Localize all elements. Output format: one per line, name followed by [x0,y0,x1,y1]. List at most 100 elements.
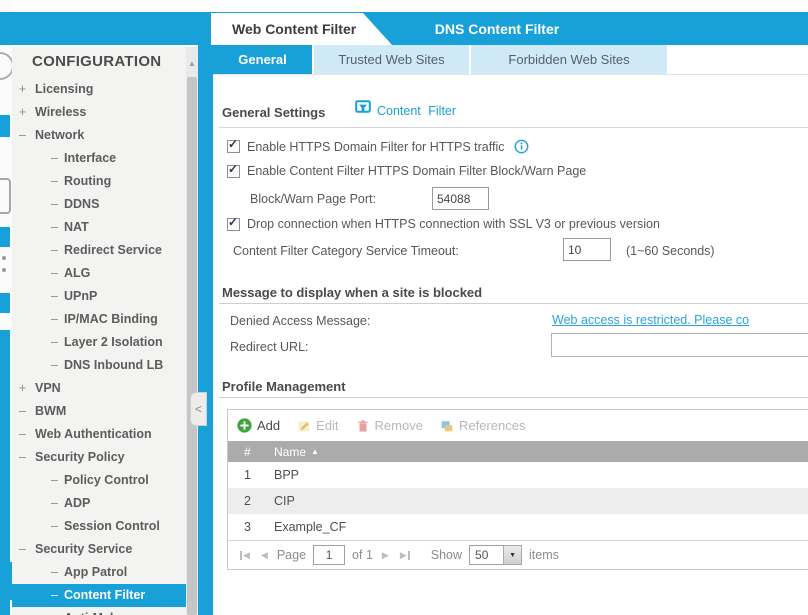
block-warn-page-checkbox[interactable]: ✓ [227,165,240,178]
tree-expand-icon[interactable]: – [48,584,61,607]
tab-trusted-web-sites[interactable]: Trusted Web Sites [314,45,469,74]
tree-expand-icon[interactable]: – [48,170,61,193]
table-row[interactable]: 1 BPP [228,462,808,488]
row-number-cell: 3 [228,520,274,534]
sidebar-item-label: DDNS [64,193,99,216]
references-button-label: References [459,418,525,433]
sidebar-item[interactable]: – Web Authentication [12,423,198,446]
sidebar-item[interactable]: – Routing [12,170,198,193]
sidebar-item[interactable]: – DNS Inbound LB [12,354,198,377]
references-button[interactable]: References [440,418,525,433]
page-number-input[interactable] [313,545,345,565]
content-filter-link[interactable]: Content Filter [355,100,456,121]
scroll-up-icon[interactable]: ▲ [186,59,198,69]
timeout-label: Content Filter Category Service Timeout: [233,244,459,258]
info-icon[interactable] [514,139,529,154]
edit-button[interactable]: Edit [297,418,338,433]
edit-icon [297,419,311,433]
denied-access-message-link[interactable]: Web access is restricted. Please co [552,313,749,327]
tree-expand-icon[interactable]: – [48,492,61,515]
sidebar-item[interactable]: – Layer 2 Isolation [12,331,198,354]
sidebar-item[interactable]: – Policy Control [12,469,198,492]
scrollbar-thumb[interactable] [187,77,197,615]
sidebar-item[interactable]: – ALG [12,262,198,285]
last-page-button[interactable]: ▶ [398,550,412,561]
sidebar-item-label: Session Control [64,515,160,538]
tree-expand-icon[interactable]: – [48,285,61,308]
sidebar-item[interactable]: + VPN [12,377,198,400]
tree-expand-icon[interactable]: – [48,216,61,239]
tab-forbidden-web-sites[interactable]: Forbidden Web Sites [471,45,667,74]
timeout-input[interactable] [563,238,611,261]
tree-expand-icon[interactable]: + [16,377,29,400]
redirect-url-input[interactable] [551,333,808,357]
sidebar-item[interactable]: – ADP [12,492,198,515]
tree-expand-icon[interactable]: – [48,262,61,285]
table-row[interactable]: 2 CIP [228,488,808,514]
tree-expand-icon[interactable]: – [48,354,61,377]
sidebar-item[interactable]: – Anti-Malware [12,607,198,615]
sidebar-item[interactable]: – Network [12,124,198,147]
sidebar-item[interactable]: – Content Filter [12,584,198,607]
sidebar-item[interactable]: – Redirect Service [12,239,198,262]
tree-expand-icon[interactable]: – [48,331,61,354]
tree-expand-icon[interactable]: – [48,469,61,492]
sidebar-item-label: VPN [35,377,61,400]
sidebar-item[interactable]: + Licensing [12,78,198,101]
remove-button[interactable]: Remove [356,418,423,433]
tree-expand-icon[interactable]: – [48,515,61,538]
tree-expand-icon[interactable]: – [16,400,29,423]
tab-dns-content-filter[interactable]: DNS Content Filter [402,13,592,45]
sidebar-item[interactable]: – Security Service [12,538,198,561]
next-page-button[interactable]: ▶ [380,550,391,561]
dock-dot [2,256,6,260]
section-rule [219,303,808,304]
first-page-button[interactable]: ◀ [238,550,252,561]
sidebar-scrollbar[interactable]: ▲ [186,47,198,615]
tree-expand-icon[interactable]: – [48,147,61,170]
tree-expand-icon[interactable]: + [16,101,29,124]
tab-web-content-filter[interactable]: Web Content Filter [211,13,392,45]
row-number-cell: 1 [228,468,274,482]
sidebar-item[interactable]: + Wireless [12,101,198,124]
sidebar-item[interactable]: – IP/MAC Binding [12,308,198,331]
sidebar-item[interactable]: – DDNS [12,193,198,216]
sidebar-collapse-button[interactable]: < [190,392,207,426]
tree-expand-icon[interactable]: – [48,308,61,331]
tree-expand-icon[interactable]: – [16,124,29,147]
tab-general[interactable]: General [213,45,312,74]
prev-arrow-icon: ◀ [261,550,268,561]
tree-expand-icon[interactable]: – [48,239,61,262]
configuration-sidebar: CONFIGURATION + Licensing + Wireless – N… [12,47,198,615]
tree-expand-icon[interactable]: – [16,446,29,469]
sidebar-item-label: Web Authentication [35,423,152,446]
prev-page-button[interactable]: ◀ [259,550,270,561]
table-row[interactable]: 3 Example_CF [228,514,808,540]
tree-expand-icon[interactable]: – [48,561,61,584]
column-header-number[interactable]: # [228,445,274,459]
app-window: Web Content Filter DNS Content Filter Ge… [0,0,808,615]
edit-button-label: Edit [316,418,338,433]
sidebar-item[interactable]: – App Patrol [12,561,198,584]
column-header-name[interactable]: Name ▲ [274,445,808,459]
table-toolbar: Add Edit Re [228,410,808,441]
port-input[interactable] [432,187,489,210]
https-domain-filter-checkbox[interactable]: ✓ [227,140,240,153]
sidebar-item[interactable]: – BWM [12,400,198,423]
https-domain-filter-label: Enable HTTPS Domain Filter for HTTPS tra… [247,140,504,154]
page-size-select[interactable]: 50 ▼ [469,545,522,565]
tree-expand-icon[interactable]: – [16,538,29,561]
drop-ssl-checkbox[interactable]: ✓ [227,218,240,231]
tree-expand-icon[interactable]: – [48,193,61,216]
tree-expand-icon[interactable]: – [16,423,29,446]
tree-expand-icon[interactable]: – [48,607,61,615]
sidebar-item[interactable]: – Security Policy [12,446,198,469]
sidebar-item[interactable]: – Interface [12,147,198,170]
sidebar-item-label: DNS Inbound LB [64,354,163,377]
sidebar-item[interactable]: – Session Control [12,515,198,538]
add-button[interactable]: Add [237,418,280,433]
row-name-cell: CIP [274,494,808,508]
sidebar-item[interactable]: – NAT [12,216,198,239]
tree-expand-icon[interactable]: + [16,78,29,101]
sidebar-item[interactable]: – UPnP [12,285,198,308]
